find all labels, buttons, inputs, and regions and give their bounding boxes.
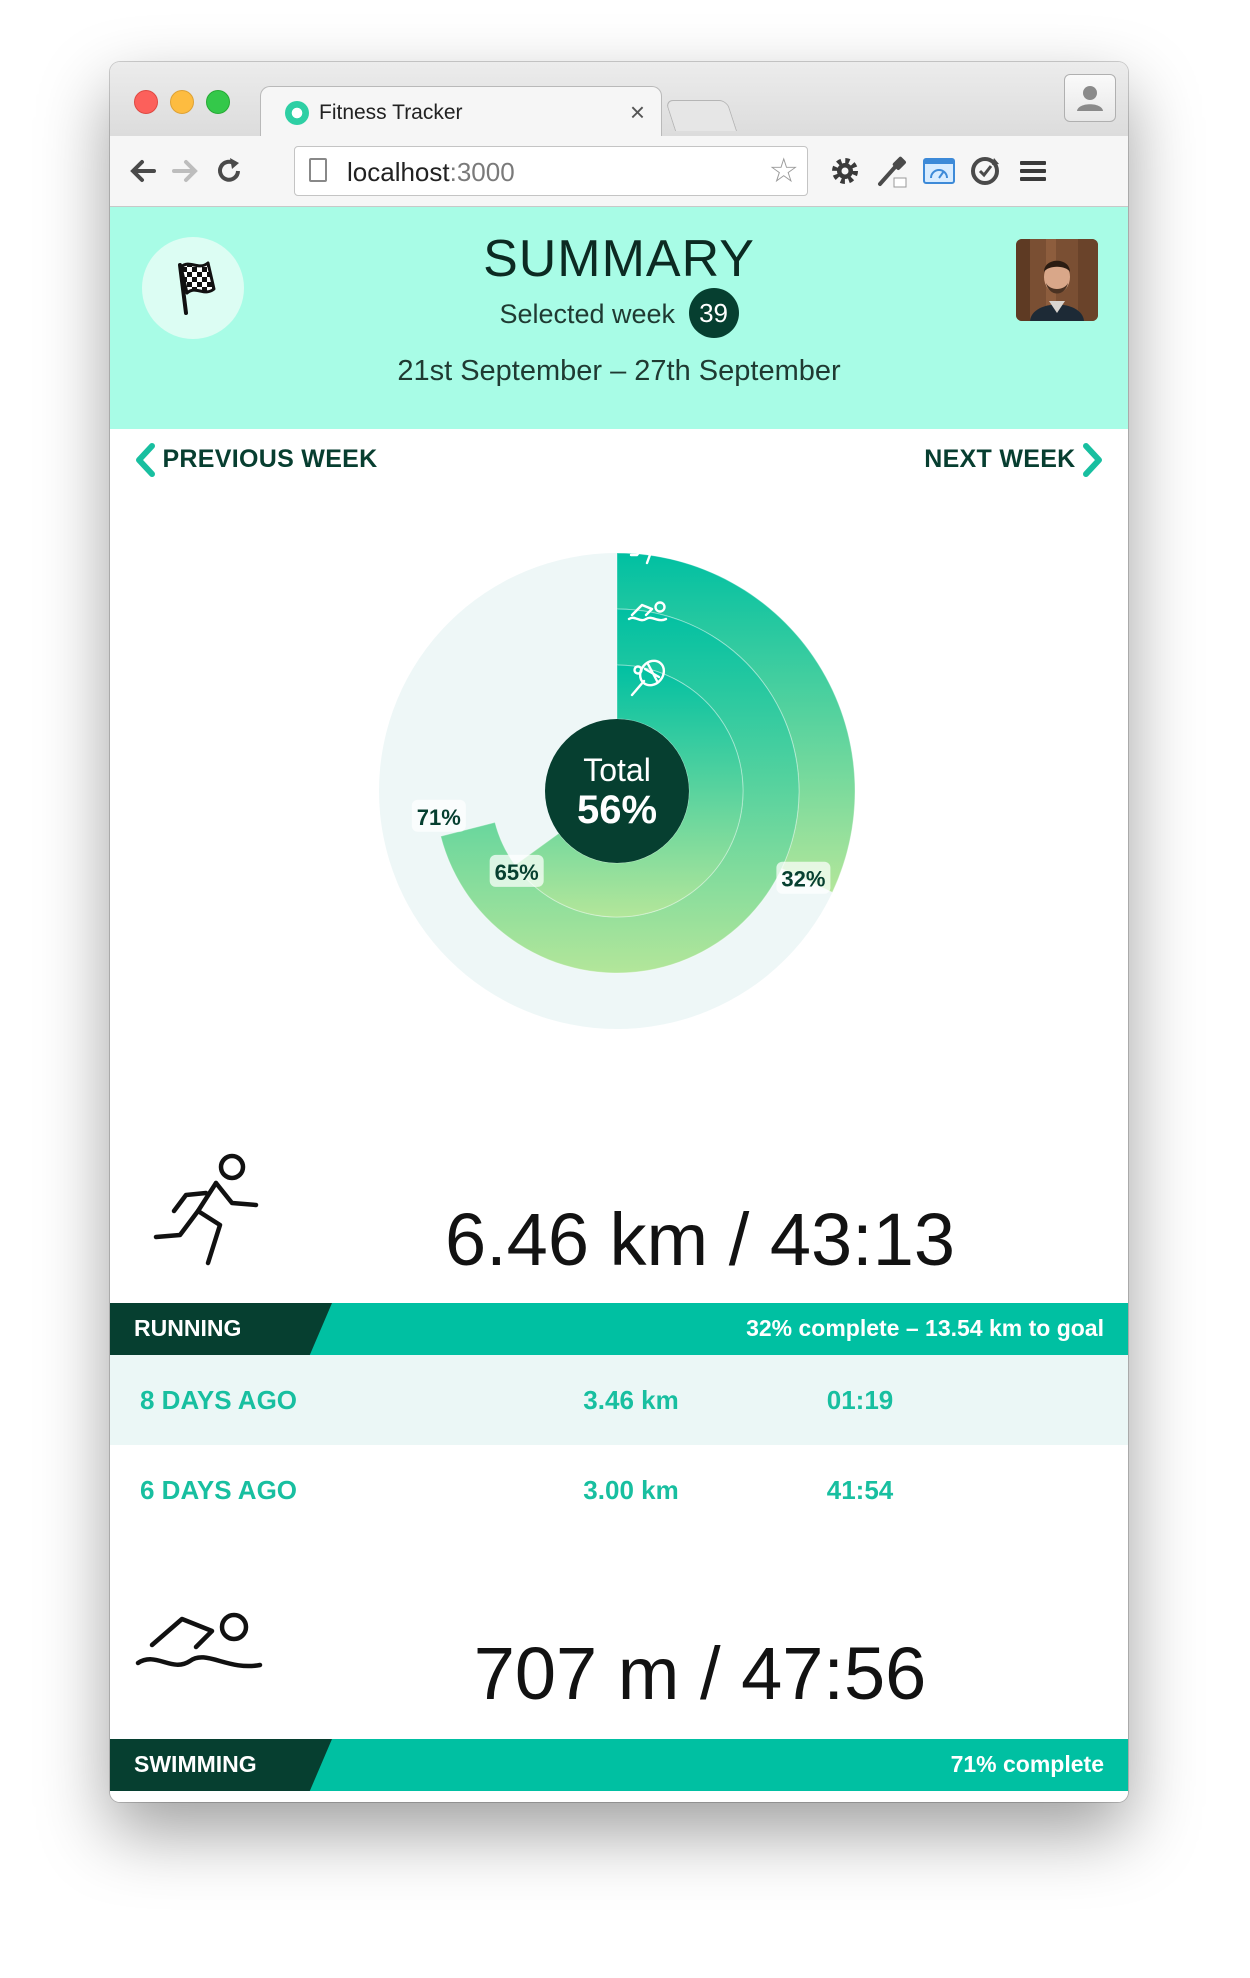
running-total: 6.46 km / 43:13 — [444, 1198, 956, 1281]
page-title: SUMMARY — [483, 230, 755, 288]
chevron-right-icon — [1083, 443, 1102, 477]
previous-week-label: PREVIOUS WEEK — [162, 445, 378, 473]
total-value: 56% — [577, 788, 657, 832]
forward-icon[interactable] — [166, 152, 204, 190]
person-icon — [1077, 86, 1103, 111]
profile-button[interactable] — [1064, 74, 1116, 122]
running-icon — [153, 1153, 259, 1266]
running-progress-band: RUNNING 32% complete – 13.54 km to goal — [110, 1303, 1128, 1355]
swimming-progress-band: SWIMMING 71% complete — [110, 1739, 1128, 1791]
new-tab-button[interactable] — [664, 100, 738, 131]
tab-title: Fitness Tracker — [319, 101, 463, 124]
session-distance: 3.46 km — [583, 1385, 679, 1415]
session-row[interactable]: 6 DAYS AGO 3.00 km 41:54 — [110, 1445, 1128, 1535]
user-avatar[interactable] — [1016, 239, 1098, 321]
menu-hamburger-icon[interactable] — [1014, 152, 1052, 190]
percent-label-text: 71% — [417, 805, 461, 830]
running-label: RUNNING — [134, 1315, 242, 1341]
app-favicon-icon — [285, 101, 309, 125]
tab-fitness-tracker[interactable]: Fitness Tracker × — [260, 86, 662, 139]
minimize-window-button[interactable] — [170, 90, 194, 114]
page-icon — [309, 158, 327, 182]
session-when: 6 DAYS AGO — [140, 1475, 298, 1505]
sync-extension-icon[interactable] — [966, 152, 1004, 190]
eyedropper-extension-icon[interactable] — [872, 152, 910, 190]
weekly-progress-chart: 32% 71% 65% Total 56% — [110, 499, 1128, 1139]
url-port: :3000 — [449, 157, 515, 187]
swimming-progress-text: 71% complete — [950, 1751, 1104, 1777]
selected-week-line: Selected week 39 — [110, 288, 1128, 341]
bookmark-star-icon[interactable]: ☆ — [769, 151, 799, 191]
swimming-name-tab: SWIMMING — [110, 1739, 332, 1791]
selected-week-label: Selected week — [499, 299, 676, 330]
session-distance: 3.00 km — [583, 1475, 679, 1505]
swimming-summary: 707 m / 47:56 — [110, 1587, 1128, 1737]
url-host: localhost — [347, 157, 450, 187]
percent-label-text: 65% — [495, 860, 539, 885]
session-duration: 41:54 — [826, 1475, 894, 1505]
speed-tracer-icon[interactable] — [920, 152, 958, 190]
back-icon[interactable] — [124, 152, 162, 190]
total-label: Total — [583, 752, 651, 788]
app-content: SUMMARY Selected week 39 21st September … — [110, 207, 1128, 1802]
summary-header: SUMMARY Selected week 39 21st September … — [110, 207, 1128, 429]
browser-window: Fitness Tracker × localhost:3000 ☆ SUMMA… — [110, 62, 1128, 1802]
tennis-percent-label: 65% — [489, 854, 544, 887]
browser-toolbar: localhost:3000 ☆ — [110, 136, 1128, 207]
reload-icon[interactable] — [210, 152, 248, 190]
running-name-tab: RUNNING — [110, 1303, 332, 1355]
swimming-label: SWIMMING — [134, 1751, 257, 1777]
running-percent-label: 32% — [776, 861, 831, 894]
radial-chart-svg: 32% 71% 65% Total 56% — [379, 525, 856, 1029]
swimming-total: 707 m / 47:56 — [473, 1632, 927, 1715]
session-duration: 01:19 — [826, 1385, 894, 1415]
session-row[interactable]: 8 DAYS AGO 3.46 km 01:19 — [110, 1355, 1128, 1445]
swimming-icon — [135, 1612, 263, 1669]
percent-label-text: 32% — [781, 867, 825, 892]
running-summary: 6.46 km / 43:13 — [110, 1149, 1128, 1299]
chevron-left-icon — [136, 443, 155, 477]
swimming-percent-label: 71% — [411, 799, 466, 832]
session-when: 8 DAYS AGO — [140, 1385, 298, 1415]
next-week-button[interactable]: NEXT WEEK — [924, 441, 1106, 486]
tab-strip: Fitness Tracker × — [110, 62, 1128, 139]
next-week-label: NEXT WEEK — [924, 445, 1076, 473]
running-progress-text: 32% complete – 13.54 km to goal — [746, 1315, 1104, 1341]
zoom-window-button[interactable] — [206, 90, 230, 114]
address-bar[interactable]: localhost:3000 ☆ — [294, 146, 808, 196]
avatar-photo — [1016, 239, 1098, 321]
previous-week-button[interactable]: PREVIOUS WEEK — [132, 441, 378, 486]
close-window-button[interactable] — [134, 90, 158, 114]
week-date-range: 21st September – 27th September — [397, 355, 841, 387]
week-number-badge: 39 — [688, 288, 739, 338]
week-navigation: PREVIOUS WEEK NEXT WEEK — [110, 429, 1128, 499]
close-tab-icon[interactable]: × — [630, 97, 645, 128]
settings-gear-icon[interactable] — [826, 152, 864, 190]
